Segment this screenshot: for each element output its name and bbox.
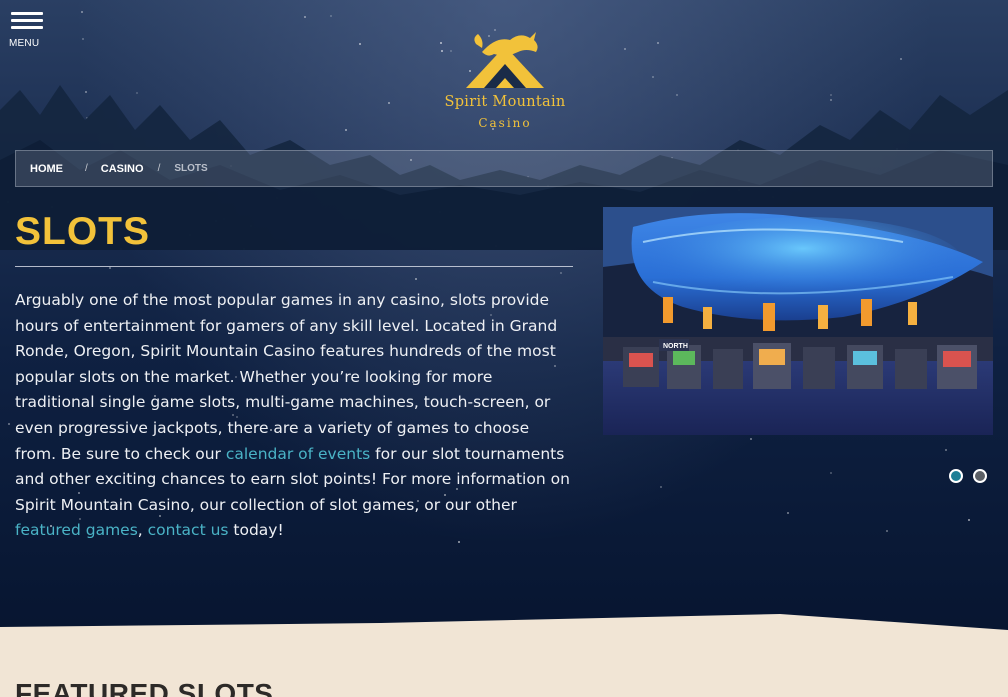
star <box>8 423 10 425</box>
star <box>900 58 902 60</box>
star <box>945 449 947 451</box>
casino-interior-image: NORTH <box>603 207 993 435</box>
star <box>750 438 752 440</box>
breadcrumb-casino[interactable]: CASINO <box>101 163 144 175</box>
featured-games-link[interactable]: featured games <box>15 521 138 539</box>
calendar-of-events-link[interactable]: calendar of events <box>226 445 370 463</box>
contact-us-link[interactable]: contact us <box>148 521 229 539</box>
star <box>415 278 417 280</box>
star <box>968 519 970 521</box>
breadcrumb-home[interactable]: HOME <box>30 163 63 175</box>
star <box>830 472 832 474</box>
intro-text: , <box>137 521 148 540</box>
breadcrumb: HOME / CASINO / SLOTS <box>15 150 993 187</box>
star <box>886 530 888 532</box>
star <box>359 43 361 45</box>
star <box>109 267 111 269</box>
slide-dot-1[interactable] <box>949 469 963 483</box>
north-sign: NORTH <box>663 343 688 350</box>
menu-label: MENU <box>9 38 40 49</box>
star <box>657 42 659 44</box>
intro-paragraph: Arguably one of the most popular games i… <box>15 288 575 544</box>
slide-dot-2[interactable] <box>973 469 987 483</box>
star <box>304 16 306 18</box>
logo-text-name: Spirit Mountain <box>444 94 566 110</box>
star <box>81 11 83 13</box>
menu-button[interactable]: MENU <box>9 12 45 52</box>
breadcrumb-separator: / <box>157 163 161 174</box>
star <box>560 272 562 274</box>
featured-slots-heading: FEATURED SLOTS <box>15 678 274 697</box>
breadcrumb-separator: / <box>85 163 88 174</box>
logo-text-casino: Casino <box>478 116 532 130</box>
title-divider <box>15 266 573 267</box>
breadcrumb-current: SLOTS <box>174 163 208 174</box>
slot-floor-photo: NORTH <box>603 207 993 435</box>
star <box>330 15 332 17</box>
intro-text: today! <box>228 521 284 540</box>
star <box>660 486 662 488</box>
star <box>787 512 789 514</box>
spirit-mountain-logo <box>466 32 544 88</box>
star <box>624 48 626 50</box>
intro-text: Arguably one of the most popular games i… <box>15 291 558 463</box>
slider-pagination <box>949 469 993 487</box>
casino-logo[interactable]: Spirit Mountain Casino <box>436 24 574 136</box>
hamburger-menu-icon <box>11 12 43 33</box>
star <box>82 38 84 40</box>
page-title: SLOTS <box>15 210 151 253</box>
